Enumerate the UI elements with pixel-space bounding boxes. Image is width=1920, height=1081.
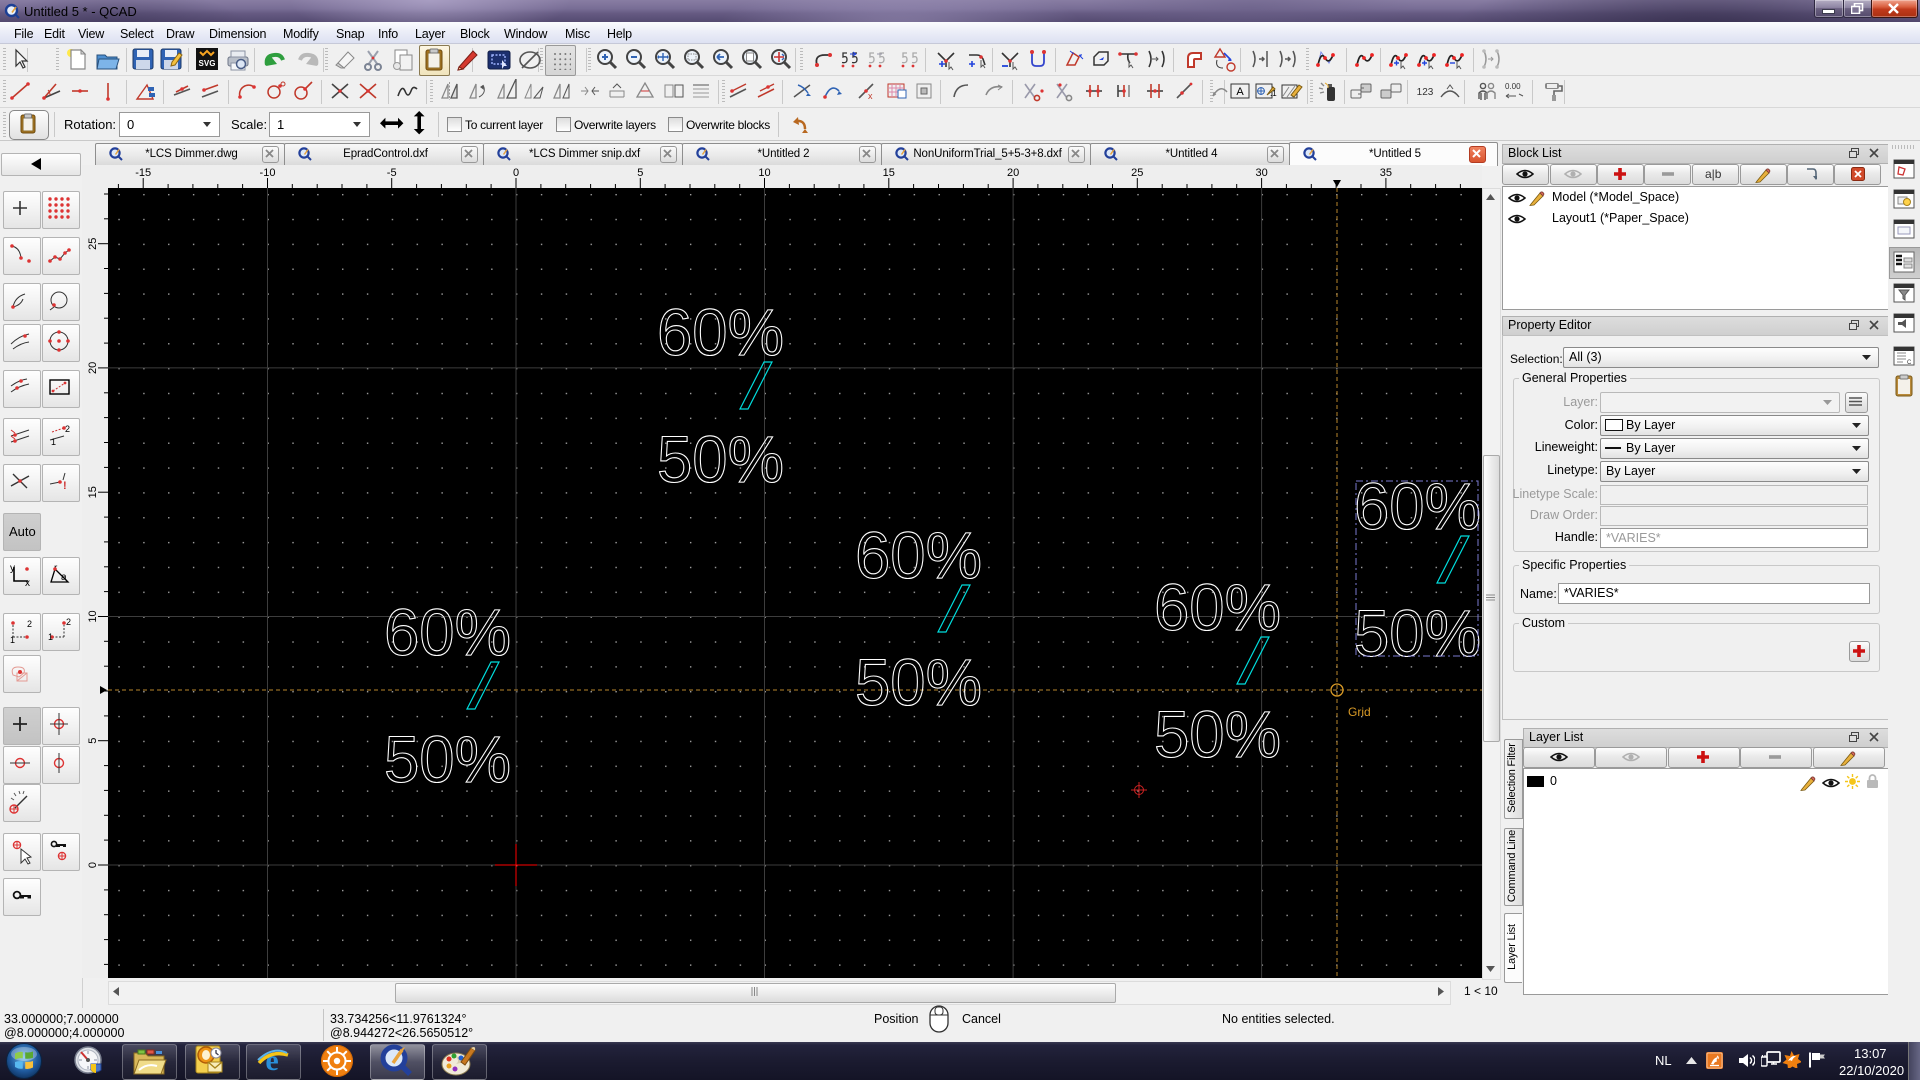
svg-text:25: 25 <box>87 238 99 250</box>
svg-text:Grid: Grid <box>1348 705 1371 719</box>
svg-text:a: a <box>61 572 67 583</box>
svg-text:60%: 60% <box>1354 469 1481 543</box>
svg-text:2: 2 <box>66 617 71 627</box>
svg-text:y: y <box>10 563 15 574</box>
svg-text:20: 20 <box>1007 167 1019 179</box>
svg-text:C: C <box>1907 360 1912 366</box>
svg-text:!: ! <box>63 480 67 492</box>
svg-text:30: 30 <box>1255 167 1267 179</box>
svg-text:-5: -5 <box>387 167 397 179</box>
svg-text:A: A <box>1236 86 1244 98</box>
svg-text:50%: 50% <box>855 645 982 719</box>
svg-text:25: 25 <box>1131 167 1143 179</box>
svg-text:1: 1 <box>10 635 15 645</box>
svg-text:x: x <box>25 578 30 589</box>
svg-text:5: 5 <box>637 167 643 179</box>
svg-text:2: 2 <box>65 424 70 434</box>
svg-text:SVG: SVG <box>199 59 216 68</box>
svg-text:60%: 60% <box>855 518 982 592</box>
svg-text:2: 2 <box>27 619 32 629</box>
svg-text:1: 1 <box>48 632 53 642</box>
svg-text:5: 5 <box>87 738 99 744</box>
svg-text:0.00: 0.00 <box>1505 82 1521 91</box>
svg-text:60%: 60% <box>384 595 511 669</box>
svg-text:50%: 50% <box>657 422 784 496</box>
svg-text:15: 15 <box>883 167 895 179</box>
svg-text:35: 35 <box>1380 167 1392 179</box>
svg-text:0: 0 <box>513 167 519 179</box>
svg-text:20: 20 <box>87 362 99 374</box>
svg-text:50%: 50% <box>1354 596 1481 670</box>
svg-text:-10: -10 <box>260 167 276 179</box>
svg-text:10: 10 <box>758 167 770 179</box>
svg-text:1: 1 <box>51 437 56 447</box>
svg-text:-15: -15 <box>135 167 151 179</box>
svg-text:e: e <box>265 1044 278 1077</box>
svg-text:x: x <box>868 91 873 101</box>
svg-text:0: 0 <box>87 862 99 868</box>
svg-text:10: 10 <box>87 610 99 622</box>
svg-text:50%: 50% <box>384 722 511 796</box>
svg-text:15: 15 <box>87 486 99 498</box>
svg-text:50%: 50% <box>1154 697 1281 771</box>
svg-text:60%: 60% <box>657 295 784 369</box>
svg-text:123: 123 <box>1417 87 1434 98</box>
svg-text:60%: 60% <box>1154 570 1281 644</box>
